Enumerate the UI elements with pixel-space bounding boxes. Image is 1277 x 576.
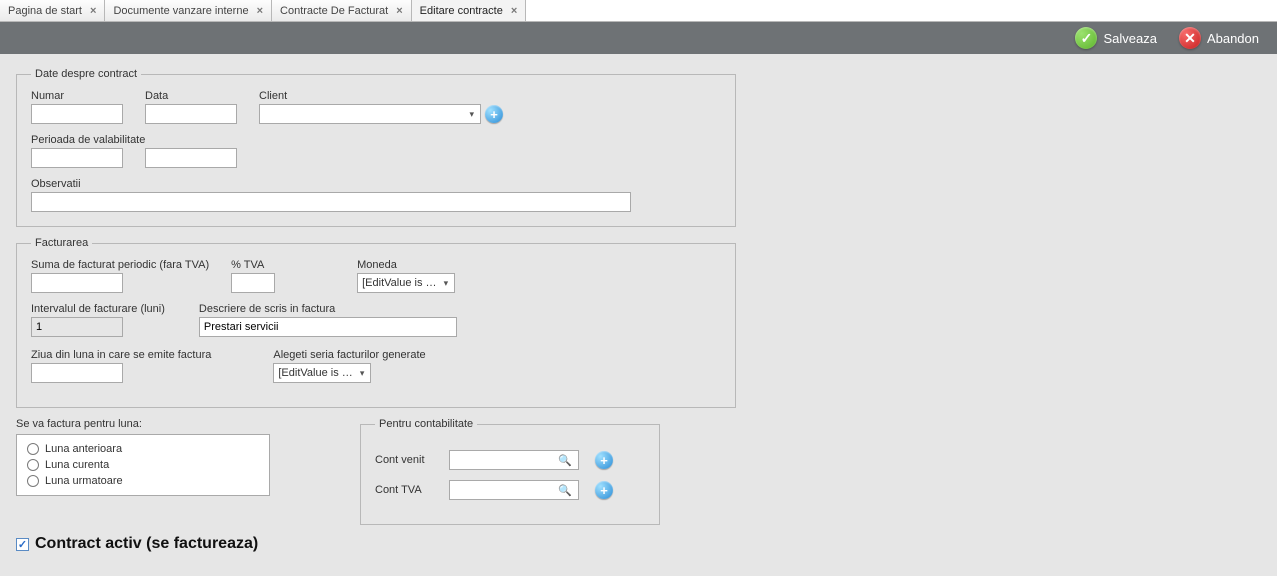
label-suma: Suma de facturat periodic (fara TVA) xyxy=(31,259,209,271)
tab-start[interactable]: Pagina de start × xyxy=(0,0,105,21)
label-client: Client xyxy=(259,90,503,102)
serie-value: [EditValue is … xyxy=(278,367,352,379)
search-icon[interactable]: 🔍 xyxy=(554,454,576,467)
moneda-combo[interactable]: [EditValue is … ▾ xyxy=(357,273,455,293)
label-interval: Intervalul de facturare (luni) xyxy=(31,303,165,315)
contract-activ-checkbox[interactable]: ✓ Contract activ (se factureaza) xyxy=(16,535,1261,553)
radio-group-luna: Luna anterioara Luna curenta Luna urmato… xyxy=(16,434,270,496)
label-cont-tva: Cont TVA xyxy=(375,484,437,496)
cancel-icon: ✕ xyxy=(1179,27,1201,49)
tab-contracte[interactable]: Contracte De Facturat × xyxy=(272,0,412,21)
descriere-input[interactable] xyxy=(199,317,457,337)
radio-luna-curenta[interactable]: Luna curenta xyxy=(27,457,259,473)
label-ziua: Ziua din luna in care se emite factura xyxy=(31,349,211,361)
legend-contab: Pentru contabilitate xyxy=(375,418,477,430)
radio-luna-anterioara[interactable]: Luna anterioara xyxy=(27,441,259,457)
ziua-input[interactable] xyxy=(31,363,123,383)
radio-icon xyxy=(27,475,39,487)
fieldset-contract: Date despre contract Numar Data Client ▾… xyxy=(16,68,736,227)
moneda-value: [EditValue is … xyxy=(362,277,436,289)
radio-icon xyxy=(27,459,39,471)
client-combo[interactable]: ▾ xyxy=(259,104,481,124)
radio-icon xyxy=(27,443,39,455)
contract-activ-label: Contract activ (se factureaza) xyxy=(35,535,258,553)
abandon-label: Abandon xyxy=(1207,31,1259,46)
fieldset-facturarea: Facturarea Suma de facturat periodic (fa… xyxy=(16,237,736,408)
close-icon[interactable]: × xyxy=(511,5,517,17)
radio-label: Luna curenta xyxy=(45,459,109,471)
tab-label: Editare contracte xyxy=(420,5,503,17)
add-client-button[interactable]: + xyxy=(485,105,503,123)
radio-luna-urmatoare[interactable]: Luna urmatoare xyxy=(27,473,259,489)
tva-input[interactable] xyxy=(231,273,275,293)
save-button[interactable]: ✓ Salveaza xyxy=(1069,24,1162,52)
tab-label: Pagina de start xyxy=(8,5,82,17)
cont-tva-lookup[interactable]: 🔍 xyxy=(449,480,579,500)
check-icon: ✓ xyxy=(1075,27,1097,49)
serie-combo[interactable]: [EditValue is … ▾ xyxy=(273,363,371,383)
tab-editare[interactable]: Editare contracte × xyxy=(412,0,527,21)
perioada-from-input[interactable] xyxy=(31,148,123,168)
radio-label: Luna anterioara xyxy=(45,443,122,455)
chevron-down-icon[interactable]: ▾ xyxy=(356,368,369,379)
tab-label: Documente vanzare interne xyxy=(113,5,248,17)
legend-facturarea: Facturarea xyxy=(31,237,92,249)
section-factura-luna: Se va factura pentru luna: Luna anterioa… xyxy=(16,418,270,496)
abandon-button[interactable]: ✕ Abandon xyxy=(1173,24,1265,52)
label-data: Data xyxy=(145,90,237,102)
search-icon[interactable]: 🔍 xyxy=(554,484,576,497)
suma-input[interactable] xyxy=(31,273,123,293)
tab-label: Contracte De Facturat xyxy=(280,5,388,17)
label-serie: Alegeti seria facturilor generate xyxy=(273,349,425,361)
radio-label: Luna urmatoare xyxy=(45,475,123,487)
label-factura-luna: Se va factura pentru luna: xyxy=(16,418,270,430)
toolbar: ✓ Salveaza ✕ Abandon xyxy=(0,22,1277,54)
label-tva: % TVA xyxy=(231,259,275,271)
close-icon[interactable]: × xyxy=(90,5,96,17)
close-icon[interactable]: × xyxy=(257,5,263,17)
tab-bar: Pagina de start × Documente vanzare inte… xyxy=(0,0,1277,22)
label-perioada: Perioada de valabilitate xyxy=(31,134,237,146)
numar-input[interactable] xyxy=(31,104,123,124)
perioada-to-input[interactable] xyxy=(145,148,237,168)
close-icon[interactable]: × xyxy=(396,5,402,17)
legend-contract: Date despre contract xyxy=(31,68,141,80)
tab-documente[interactable]: Documente vanzare interne × xyxy=(105,0,272,21)
label-descriere: Descriere de scris in factura xyxy=(199,303,457,315)
data-input[interactable] xyxy=(145,104,237,124)
label-observatii: Observatii xyxy=(31,178,721,190)
observatii-input[interactable] xyxy=(31,192,631,212)
cont-venit-lookup[interactable]: 🔍 xyxy=(449,450,579,470)
chevron-down-icon[interactable]: ▾ xyxy=(465,109,478,120)
label-moneda: Moneda xyxy=(357,259,455,271)
interval-input[interactable] xyxy=(31,317,123,337)
label-cont-venit: Cont venit xyxy=(375,454,437,466)
add-cont-venit-button[interactable]: + xyxy=(595,451,613,469)
chevron-down-icon[interactable]: ▾ xyxy=(440,278,453,289)
checkbox-icon: ✓ xyxy=(16,538,29,551)
label-numar: Numar xyxy=(31,90,123,102)
save-label: Salveaza xyxy=(1103,31,1156,46)
fieldset-contab: Pentru contabilitate Cont venit 🔍 + Cont… xyxy=(360,418,660,525)
add-cont-tva-button[interactable]: + xyxy=(595,481,613,499)
